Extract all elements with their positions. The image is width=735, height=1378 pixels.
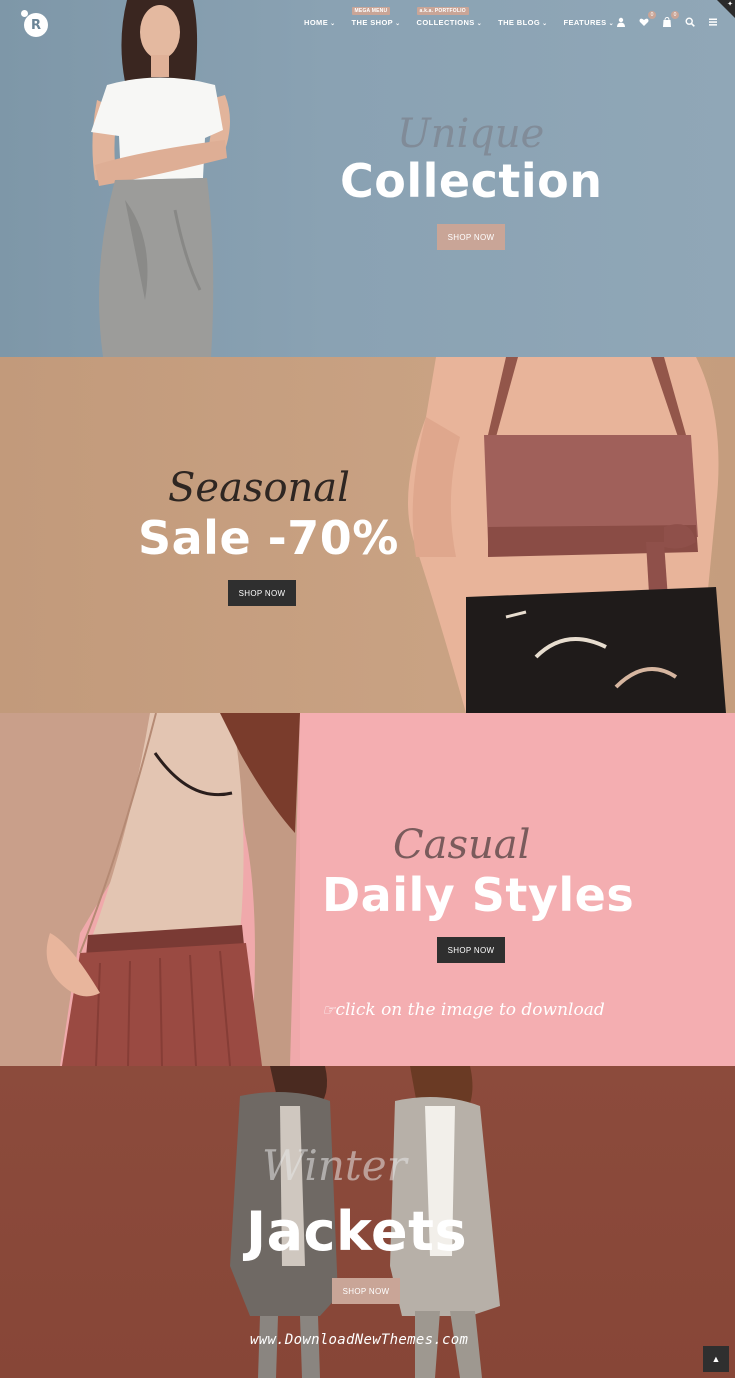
site-header: R HOME ⌄ MEGA MENU THE SHOP ⌄ a.k.a. PORTF…: [0, 0, 735, 46]
user-icon[interactable]: [615, 16, 627, 28]
logo[interactable]: R: [21, 10, 48, 37]
shop-now-button[interactable]: SHOP NOW: [437, 937, 505, 963]
download-note[interactable]: ☞click on the image to download: [322, 1000, 605, 1020]
header-icons: 0 0: [615, 11, 719, 28]
nav-label: THE SHOP: [351, 18, 394, 27]
model-image: [408, 357, 726, 713]
nav-home[interactable]: HOME ⌄: [304, 18, 336, 27]
page: R HOME ⌄ MEGA MENU THE SHOP ⌄ a.k.a. PORTF…: [0, 0, 735, 1378]
nav-label: FEATURES: [563, 18, 607, 27]
chevron-down-icon: ⌄: [330, 21, 336, 27]
logo-letter: R: [30, 17, 41, 33]
slide-script-heading: Seasonal: [168, 465, 350, 511]
nav-label: COLLECTIONS: [416, 18, 475, 27]
chevron-down-icon: ⌄: [476, 21, 483, 27]
chevron-down-icon: ⌄: [608, 21, 615, 27]
slide-title: Sale -70%: [138, 511, 399, 565]
nav-badge-portfolio: a.k.a. PORTFOLIO: [416, 7, 469, 15]
watermark-text: www.DownloadNewThemes.com: [250, 1332, 469, 1348]
nav-the-blog[interactable]: THE BLOG ⌄: [498, 18, 547, 27]
hand-pointer-icon: ☞: [322, 1001, 336, 1019]
scroll-to-top-button[interactable]: ▲: [703, 1346, 729, 1372]
main-nav: HOME ⌄ MEGA MENU THE SHOP ⌄ a.k.a. PORTFOL…: [304, 7, 630, 27]
chevron-up-icon: ▲: [711, 1354, 721, 1364]
slide-unique-collection[interactable]: Unique Collection SHOP NOW: [0, 0, 735, 357]
sparkle-icon: ✦: [727, 1, 733, 8]
nav-features[interactable]: FEATURES ⌄: [564, 18, 615, 27]
shop-now-button[interactable]: SHOP NOW: [332, 1278, 400, 1304]
nav-label: HOME: [304, 18, 329, 27]
nav-collections[interactable]: a.k.a. PORTFOLIO COLLECTIONS ⌄: [416, 7, 483, 27]
search-icon[interactable]: [684, 16, 696, 28]
cart-count: 0: [671, 11, 679, 19]
nav-badge-mega-menu: MEGA MENU: [351, 7, 391, 15]
slide-title: Collection: [340, 154, 603, 208]
nav-the-shop[interactable]: MEGA MENU THE SHOP ⌄: [351, 7, 401, 27]
chevron-down-icon: ⌄: [395, 21, 401, 27]
shop-now-button[interactable]: SHOP NOW: [437, 224, 505, 250]
slide-title: Jackets: [246, 1200, 468, 1263]
chevron-down-icon: ⌄: [542, 21, 548, 27]
download-note-text: click on the image to download: [335, 1000, 605, 1020]
slide-script-heading: Winter: [262, 1141, 407, 1190]
nav-label: THE BLOG: [498, 18, 541, 27]
slide-script-heading: Unique: [397, 111, 545, 157]
model-image: [0, 713, 300, 1066]
wishlist-heart-icon[interactable]: 0: [638, 11, 656, 28]
slide-title: Daily Styles: [322, 868, 635, 922]
cart-bag-icon[interactable]: 0: [661, 11, 679, 28]
shop-now-button[interactable]: SHOP NOW: [228, 580, 296, 606]
wishlist-count: 0: [648, 11, 656, 19]
slide-script-heading: Casual: [393, 822, 531, 868]
slide-seasonal-sale[interactable]: Seasonal Sale -70% SHOP NOW: [0, 357, 735, 713]
model-image: [91, 0, 230, 357]
